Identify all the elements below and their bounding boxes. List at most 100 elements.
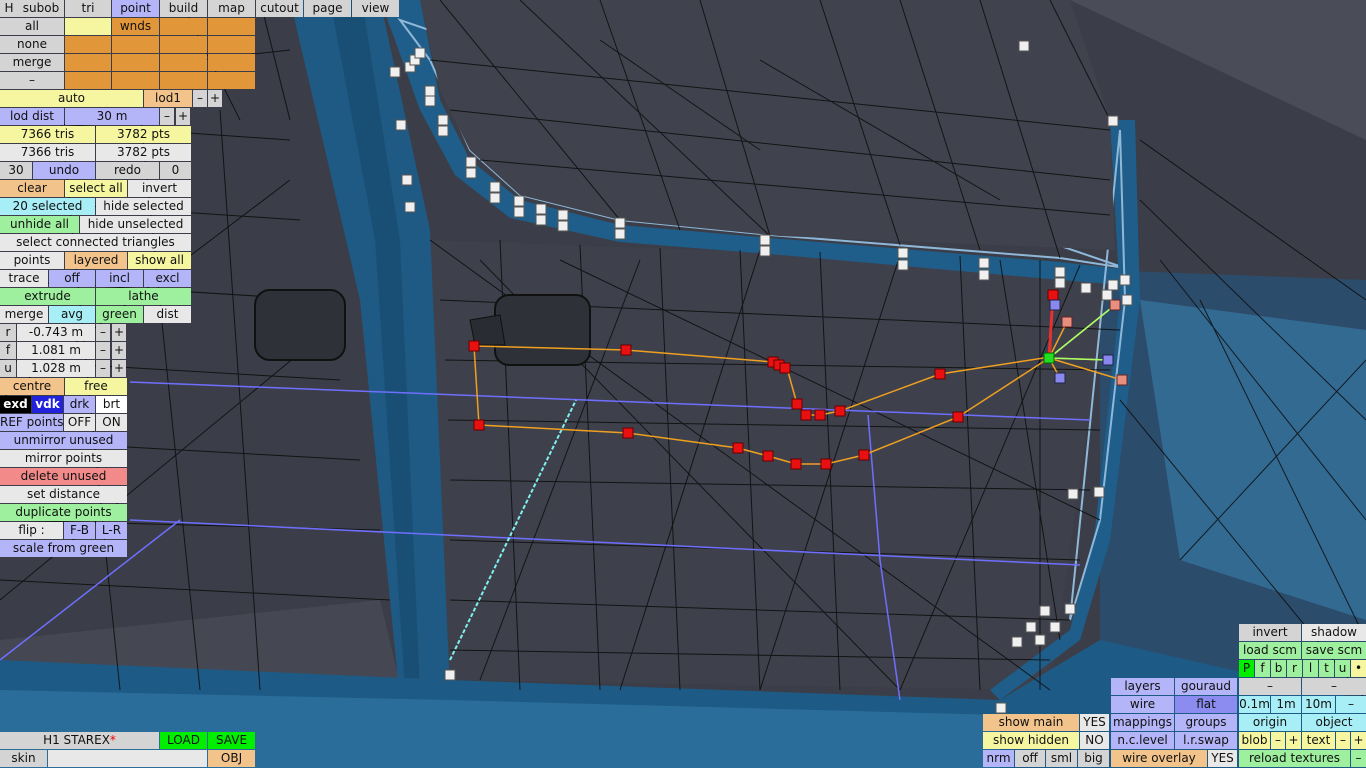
trace-incl-button[interactable]: incl: [96, 270, 143, 287]
show-hidden-toggle[interactable]: NO: [1080, 732, 1109, 749]
show-all-button[interactable]: show all: [128, 252, 191, 269]
menu-point[interactable]: point: [112, 0, 159, 17]
lod-dist-plus-button[interactable]: +: [176, 108, 190, 125]
flag-f-toggle[interactable]: f: [1255, 660, 1270, 677]
wire-button[interactable]: wire: [1111, 696, 1174, 713]
set-slot[interactable]: [160, 18, 207, 35]
set-slot[interactable]: [208, 18, 255, 35]
trace-off-button[interactable]: off: [49, 270, 95, 287]
menu-subob[interactable]: subob: [18, 0, 64, 17]
set-slot[interactable]: [65, 36, 111, 53]
remove-set-button[interactable]: –: [0, 72, 64, 89]
gouraud-button[interactable]: gouraud: [1175, 678, 1237, 695]
coord-u-value[interactable]: 1.028 m: [17, 360, 95, 377]
merge-dist-button[interactable]: dist: [144, 306, 191, 323]
right-panel-minus-button[interactable]: –: [1302, 678, 1366, 695]
layered-button[interactable]: layered: [65, 252, 127, 269]
set-slot[interactable]: [65, 54, 111, 71]
save-scm-button[interactable]: save scm: [1302, 642, 1366, 659]
mappings-button[interactable]: mappings: [1111, 714, 1174, 731]
hide-selected-button[interactable]: hide selected: [96, 198, 191, 215]
reload-textures-button[interactable]: reload textures: [1239, 750, 1350, 767]
set-slot-wnds[interactable]: wnds: [112, 18, 159, 35]
lr-swap-button[interactable]: l.r.swap: [1175, 732, 1237, 749]
coord-u-plus-button[interactable]: +: [112, 360, 126, 377]
flag-r-toggle[interactable]: r: [1287, 660, 1302, 677]
select-connected-button[interactable]: select connected triangles: [0, 234, 191, 251]
lathe-button[interactable]: lathe: [96, 288, 191, 305]
set-slot[interactable]: [112, 54, 159, 71]
flag-l-toggle[interactable]: l: [1303, 660, 1318, 677]
grid-10m-button[interactable]: 10m: [1302, 696, 1335, 713]
ref-off-button[interactable]: OFF: [64, 414, 95, 431]
point-size-sml-button[interactable]: sml: [1046, 750, 1077, 767]
coord-r-minus-button[interactable]: –: [96, 324, 110, 341]
groups-button[interactable]: groups: [1175, 714, 1237, 731]
obj-button[interactable]: OBJ: [208, 750, 255, 767]
menu-tri[interactable]: tri: [65, 0, 111, 17]
menu-page[interactable]: page: [304, 0, 351, 17]
shadow-button[interactable]: shadow: [1302, 624, 1366, 641]
flat-button[interactable]: flat: [1175, 696, 1237, 713]
origin-button[interactable]: origin: [1239, 714, 1301, 731]
load-scm-button[interactable]: load scm: [1239, 642, 1301, 659]
grid-1m-button[interactable]: 1m: [1271, 696, 1301, 713]
mirror-points-button[interactable]: mirror points: [0, 450, 127, 467]
coord-f-plus-button[interactable]: +: [112, 342, 126, 359]
right-panel-minus-button[interactable]: –: [1239, 678, 1301, 695]
lod-dist-minus-button[interactable]: –: [160, 108, 174, 125]
wire-overlay-toggle[interactable]: YES: [1208, 750, 1237, 767]
brt-button[interactable]: brt: [96, 396, 127, 413]
clear-button[interactable]: clear: [0, 180, 64, 197]
menu-build[interactable]: build: [160, 0, 207, 17]
vdk-button[interactable]: vdk: [32, 396, 63, 413]
coord-f-minus-button[interactable]: –: [96, 342, 110, 359]
menu-h-button[interactable]: H: [0, 0, 18, 17]
set-slot[interactable]: [208, 36, 255, 53]
hide-unselected-button[interactable]: hide unselected: [80, 216, 191, 233]
load-button[interactable]: LOAD: [160, 732, 207, 749]
delete-unused-button[interactable]: delete unused: [0, 468, 127, 485]
exd-button[interactable]: exd: [0, 396, 31, 413]
lod-name[interactable]: lod1: [144, 90, 192, 107]
flag-p-toggle[interactable]: P: [1239, 660, 1254, 677]
select-all-sets-button[interactable]: all: [0, 18, 64, 35]
lod-auto-button[interactable]: auto: [0, 90, 143, 107]
coord-r-plus-button[interactable]: +: [112, 324, 126, 341]
redo-button[interactable]: redo: [96, 162, 159, 179]
text-minus-button[interactable]: –: [1336, 732, 1350, 749]
point-size-off-button[interactable]: off: [1015, 750, 1045, 767]
scale-from-green-button[interactable]: scale from green: [0, 540, 127, 557]
free-button[interactable]: free: [65, 378, 127, 395]
save-button[interactable]: SAVE: [208, 732, 255, 749]
object-button[interactable]: object: [1302, 714, 1366, 731]
invert-view-button[interactable]: invert: [1239, 624, 1301, 641]
unhide-all-button[interactable]: unhide all: [0, 216, 79, 233]
3d-viewport[interactable]: [0, 0, 1366, 768]
blob-plus-button[interactable]: +: [1286, 732, 1301, 749]
unmirror-unused-button[interactable]: unmirror unused: [0, 432, 127, 449]
coord-f-value[interactable]: 1.081 m: [17, 342, 95, 359]
duplicate-points-button[interactable]: duplicate points: [0, 504, 127, 521]
grid-minus-button[interactable]: –: [1336, 696, 1366, 713]
menu-cutout[interactable]: cutout: [256, 0, 303, 17]
trace-excl-button[interactable]: excl: [144, 270, 191, 287]
set-slot[interactable]: [112, 72, 159, 89]
show-main-toggle[interactable]: YES: [1080, 714, 1109, 731]
set-slot[interactable]: [208, 72, 255, 89]
set-slot[interactable]: [112, 36, 159, 53]
set-distance-button[interactable]: set distance: [0, 486, 127, 503]
nc-level-button[interactable]: n.c.level: [1111, 732, 1174, 749]
select-none-button[interactable]: none: [0, 36, 64, 53]
point-size-big-button[interactable]: big: [1078, 750, 1109, 767]
ref-on-button[interactable]: ON: [96, 414, 127, 431]
grid-0-1m-button[interactable]: 0.1m: [1239, 696, 1270, 713]
set-slot[interactable]: [208, 54, 255, 71]
reload-minus-button[interactable]: –: [1351, 750, 1366, 767]
set-slot-blank[interactable]: [65, 18, 111, 35]
text-plus-button[interactable]: +: [1351, 732, 1366, 749]
flip-lr-button[interactable]: L-R: [96, 522, 127, 539]
flag-b-toggle[interactable]: b: [1271, 660, 1286, 677]
undo-button[interactable]: undo: [33, 162, 95, 179]
coord-u-minus-button[interactable]: –: [96, 360, 110, 377]
